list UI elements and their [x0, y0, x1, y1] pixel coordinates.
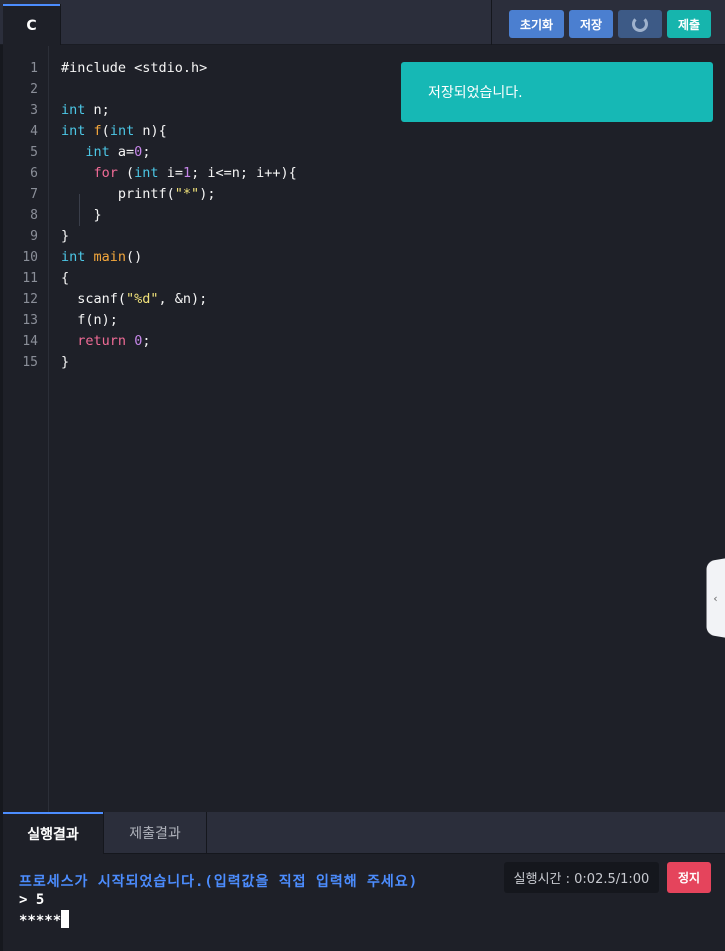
- editor-tabbar: C 초기화 저장 제출: [0, 0, 725, 45]
- side-panel-handle[interactable]: ‹: [706, 558, 725, 638]
- code-token: (): [126, 249, 143, 265]
- code-line[interactable]: return 0;: [61, 331, 150, 352]
- line-number: 10: [22, 250, 38, 265]
- code-token: ;: [142, 144, 151, 160]
- code-line[interactable]: f(n);: [61, 310, 118, 331]
- code-line[interactable]: printf("*");: [61, 184, 216, 205]
- tab-run-result[interactable]: 실행결과: [3, 812, 103, 854]
- save-button[interactable]: 저장: [569, 10, 613, 38]
- text-cursor: [61, 910, 70, 928]
- code-token: scanf(: [61, 291, 127, 307]
- code-token: }: [61, 354, 70, 370]
- code-line[interactable]: }: [61, 352, 69, 373]
- code-token: n){: [134, 123, 167, 139]
- line-number: 1: [30, 61, 38, 76]
- chevron-left-icon: ‹: [713, 591, 718, 605]
- code-token: int: [61, 102, 86, 118]
- line-number: 2: [30, 82, 38, 97]
- code-token: }: [61, 207, 102, 223]
- console-output-text: *****: [19, 913, 62, 929]
- code-token: , &n);: [158, 291, 208, 307]
- line-number: 8: [30, 208, 38, 223]
- console-status-message: 프로세스가 시작되었습니다.(입력값을 직접 입력해 주세요): [19, 874, 419, 890]
- code-token: ; i<=n; i++){: [191, 165, 297, 181]
- code-token: int: [109, 123, 135, 139]
- code-token: int: [85, 144, 110, 160]
- line-number: 3: [30, 103, 38, 118]
- line-number: 4: [30, 124, 38, 139]
- line-number: 5: [30, 145, 38, 160]
- code-token: main: [93, 249, 127, 265]
- code-token: return: [77, 333, 127, 349]
- line-number: 14: [22, 334, 38, 349]
- execution-timer: 실행시간 : 0:02.5/1:00: [504, 862, 659, 893]
- submit-button[interactable]: 제출: [667, 10, 711, 38]
- editor-toolbar: 초기화 저장 제출: [491, 0, 725, 45]
- code-line[interactable]: }: [61, 226, 69, 247]
- code-token: 1: [182, 165, 192, 181]
- spinner-icon: [632, 16, 648, 32]
- line-number: 7: [30, 187, 38, 202]
- reset-button[interactable]: 초기화: [509, 10, 564, 38]
- code-token: n;: [85, 102, 110, 118]
- code-token: "%d": [126, 291, 159, 307]
- line-number: 12: [22, 292, 38, 307]
- code-token: (: [101, 123, 110, 139]
- line-number: 9: [30, 229, 38, 244]
- code-token: int: [61, 249, 86, 265]
- code-token: (: [117, 165, 135, 181]
- code-token: ;: [142, 333, 151, 349]
- code-line[interactable]: int f(int n){: [61, 121, 167, 142]
- console-input-line: > 5: [19, 892, 45, 908]
- save-toast: 저장되었습니다.: [401, 62, 713, 122]
- code-token: }: [61, 228, 70, 244]
- code-token: i=: [158, 165, 183, 181]
- run-button[interactable]: [618, 10, 662, 38]
- line-number: 11: [22, 271, 38, 286]
- code-editor[interactable]: 1 2 3 4 5 6 7 8 9 10 11 12 13 14 15 #include <stdio.h>…: [3, 46, 725, 812]
- code-line[interactable]: int n;: [61, 100, 110, 121]
- code-line[interactable]: {: [61, 268, 69, 289]
- code-line[interactable]: #include <stdio.h>: [61, 58, 207, 79]
- code-line[interactable]: scanf("%d", &n);: [61, 289, 207, 310]
- code-token: f(n);: [61, 312, 118, 328]
- console-output-line[interactable]: *****: [19, 910, 70, 929]
- console-panel[interactable]: 프로세스가 시작되었습니다.(입력값을 직접 입력해 주세요) > 5 ****…: [3, 855, 725, 951]
- code-token: "*": [174, 186, 200, 202]
- code-token: );: [199, 186, 216, 202]
- result-tabbar: 실행결과 제출결과: [3, 812, 725, 854]
- tab-language[interactable]: C: [3, 4, 60, 45]
- line-number: 13: [22, 313, 38, 328]
- line-number: 15: [22, 355, 38, 370]
- tab-submit-result[interactable]: 제출결과: [103, 812, 207, 854]
- tab-divider: [60, 4, 61, 45]
- code-token: {: [61, 270, 70, 286]
- code-token: #include <stdio.h>: [61, 60, 208, 76]
- code-token: int: [61, 123, 86, 139]
- stop-button[interactable]: 정지: [667, 862, 711, 893]
- code-line[interactable]: int a=0;: [61, 142, 150, 163]
- line-number: 6: [30, 166, 38, 181]
- code-token: a=: [109, 144, 135, 160]
- code-line[interactable]: int main(): [61, 247, 142, 268]
- code-token: for: [93, 165, 118, 181]
- code-line[interactable]: for (int i=1; i<=n; i++){: [61, 163, 297, 184]
- code-line[interactable]: }: [61, 205, 102, 226]
- code-token: f: [93, 123, 102, 139]
- code-token: int: [134, 165, 159, 181]
- line-number-gutter: 1 2 3 4 5 6 7 8 9 10 11 12 13 14 15: [3, 46, 49, 812]
- indent-guide: [79, 194, 80, 226]
